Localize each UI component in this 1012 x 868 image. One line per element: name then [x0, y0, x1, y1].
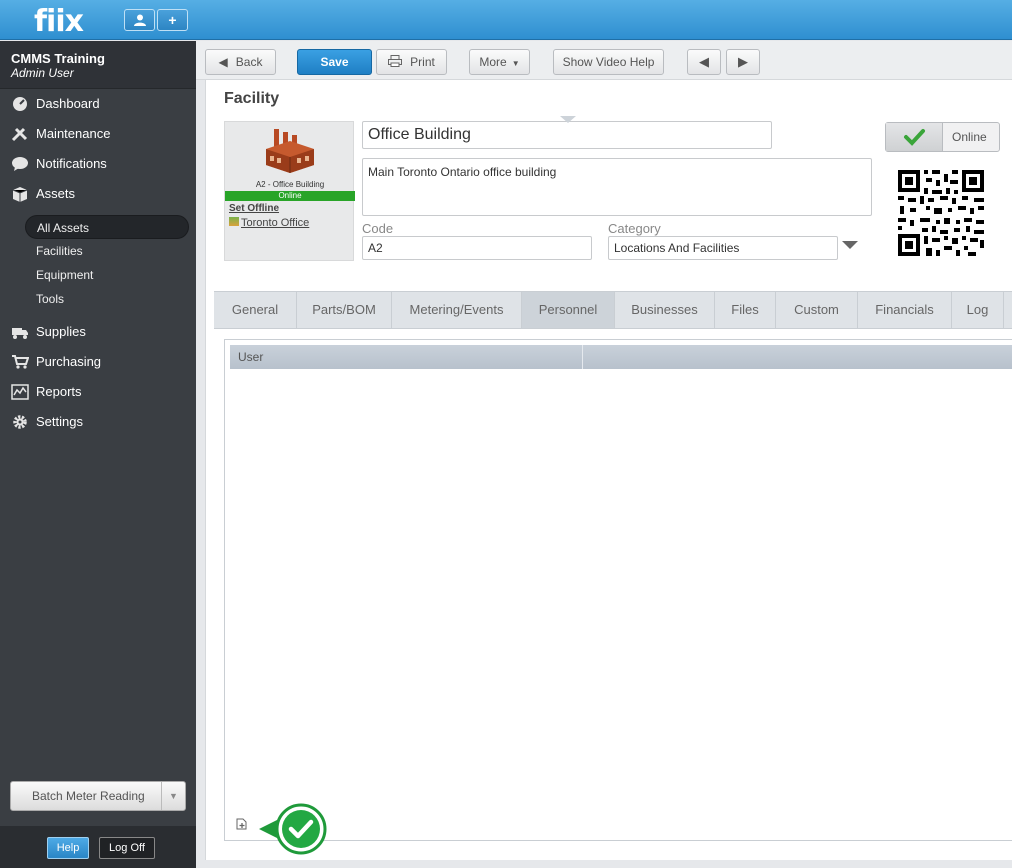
truck-icon [11, 324, 29, 340]
asset-card: A2 - Office Building Online Set Offline … [224, 121, 355, 261]
record-tabs: General Parts/BOM Metering/Events Person… [214, 291, 1012, 329]
arrow-left-icon: ◀ [699, 54, 709, 69]
tab-parts-bom[interactable]: Parts/BOM [297, 292, 392, 328]
tab-custom[interactable]: Custom [776, 292, 858, 328]
nav-maintenance[interactable]: Maintenance [0, 121, 196, 147]
online-toggle-label: Online [952, 130, 987, 144]
add-button[interactable]: + [157, 9, 188, 31]
code-input[interactable]: A2 [362, 236, 592, 260]
facility-description-input[interactable]: Main Toronto Ontario office building [362, 158, 872, 216]
sidebar: CMMS Training Admin User Dashboard Maint… [0, 41, 196, 868]
asset-card-caption: A2 - Office Building [255, 180, 325, 189]
tab-personnel[interactable]: Personnel [522, 292, 615, 328]
nav-label: Maintenance [36, 126, 111, 141]
next-record-button[interactable]: ▶ [726, 49, 760, 75]
print-button[interactable]: Print [376, 49, 447, 75]
more-label: More [479, 55, 507, 69]
chevron-down-icon[interactable]: ▼ [161, 782, 185, 810]
personnel-grid: User [224, 339, 1012, 841]
tab-businesses[interactable]: Businesses [615, 292, 715, 328]
nav-reports[interactable]: Reports [0, 379, 196, 405]
code-label: Code [362, 221, 394, 236]
back-button[interactable]: ◀ Back [205, 49, 276, 75]
nav-notifications[interactable]: Notifications [0, 151, 196, 177]
category-dropdown-icon[interactable] [842, 241, 858, 249]
success-callout-icon [259, 803, 327, 855]
box-icon [11, 186, 29, 202]
nav-supplies[interactable]: Supplies [0, 319, 196, 345]
batch-meter-reading-label: Batch Meter Reading [32, 789, 145, 803]
tools-icon [11, 126, 29, 142]
tab-metering-events[interactable]: Metering/Events [392, 292, 522, 328]
print-label: Print [410, 55, 435, 69]
caret-down-icon: ▼ [511, 59, 520, 68]
gear-icon [11, 414, 29, 430]
user-icon [133, 14, 146, 26]
previous-record-button[interactable]: ◀ [687, 49, 721, 75]
user-profile-button[interactable] [124, 9, 155, 31]
grid-header: User [230, 345, 1012, 369]
show-video-help-button[interactable]: Show Video Help [553, 49, 664, 75]
column-header-user[interactable]: User [230, 345, 583, 369]
toolbar: ◀ Back Save Print More ▼ Show Video Help ◀… [196, 41, 1012, 80]
tab-general[interactable]: General [214, 292, 297, 328]
dashboard-icon [11, 96, 29, 112]
category-label: Category [608, 221, 661, 236]
nav-sub-all-assets[interactable]: All Assets [25, 215, 189, 239]
cart-icon [11, 354, 30, 370]
sidebar-footer: Help Log Off [0, 826, 196, 868]
user-info: CMMS Training Admin User [0, 41, 196, 89]
tab-financials[interactable]: Financials [858, 292, 952, 328]
nav-label: Supplies [36, 324, 86, 339]
nav-purchasing[interactable]: Purchasing [0, 349, 196, 375]
factory-icon [266, 129, 314, 173]
log-off-button[interactable]: Log Off [99, 837, 155, 859]
nav-sub-facilities[interactable]: Facilities [25, 239, 189, 263]
nav-dashboard[interactable]: Dashboard [0, 91, 196, 117]
back-label: Back [235, 55, 263, 69]
category-select[interactable]: Locations And Facilities [608, 236, 838, 260]
checkmark-icon [886, 123, 943, 151]
save-button[interactable]: Save [297, 49, 372, 75]
printer-icon [388, 55, 403, 67]
qr-code-icon [896, 168, 986, 258]
nav-label: Purchasing [36, 354, 102, 369]
column-header-empty [583, 345, 1012, 369]
nav-sub-tools[interactable]: Tools [25, 287, 189, 311]
facility-name-input[interactable]: Office Building [362, 121, 772, 149]
app-logo[interactable]: fiix [34, 4, 84, 39]
chart-icon [11, 384, 29, 400]
location-link[interactable]: Toronto Office [229, 217, 309, 229]
user-role: Admin User [11, 66, 74, 80]
add-record-icon[interactable] [236, 818, 248, 830]
status-badge: Online [225, 191, 355, 201]
building-icon [229, 217, 239, 226]
nav-label: Assets [36, 186, 76, 201]
tab-files[interactable]: Files [715, 292, 776, 328]
set-offline-link[interactable]: Set Offline [229, 203, 279, 214]
nav-sub-equipment[interactable]: Equipment [25, 263, 189, 287]
arrow-right-icon: ▶ [738, 54, 748, 69]
batch-meter-reading-button[interactable]: Batch Meter Reading ▼ [10, 781, 186, 811]
tab-log[interactable]: Log [952, 292, 1004, 328]
nav-label: Reports [36, 384, 82, 399]
nav-label: Dashboard [36, 96, 100, 111]
top-bar: fiix + [0, 0, 1012, 40]
online-toggle[interactable]: Online [885, 122, 1000, 152]
location-link-label: Toronto Office [241, 217, 310, 229]
nav-settings[interactable]: Settings [0, 409, 196, 435]
active-tab-pointer [560, 116, 576, 123]
main-content: Facility A2 - Office Building Online Set… [205, 80, 1012, 860]
arrow-left-icon: ◀ [218, 55, 228, 69]
nav-assets[interactable]: Assets [0, 181, 196, 207]
page-title: Facility [224, 90, 280, 107]
nav-label: Settings [36, 414, 83, 429]
more-button[interactable]: More ▼ [469, 49, 530, 75]
chat-icon [11, 156, 29, 172]
nav-label: Notifications [36, 156, 107, 171]
org-name: CMMS Training [11, 51, 105, 66]
help-button[interactable]: Help [47, 837, 89, 859]
